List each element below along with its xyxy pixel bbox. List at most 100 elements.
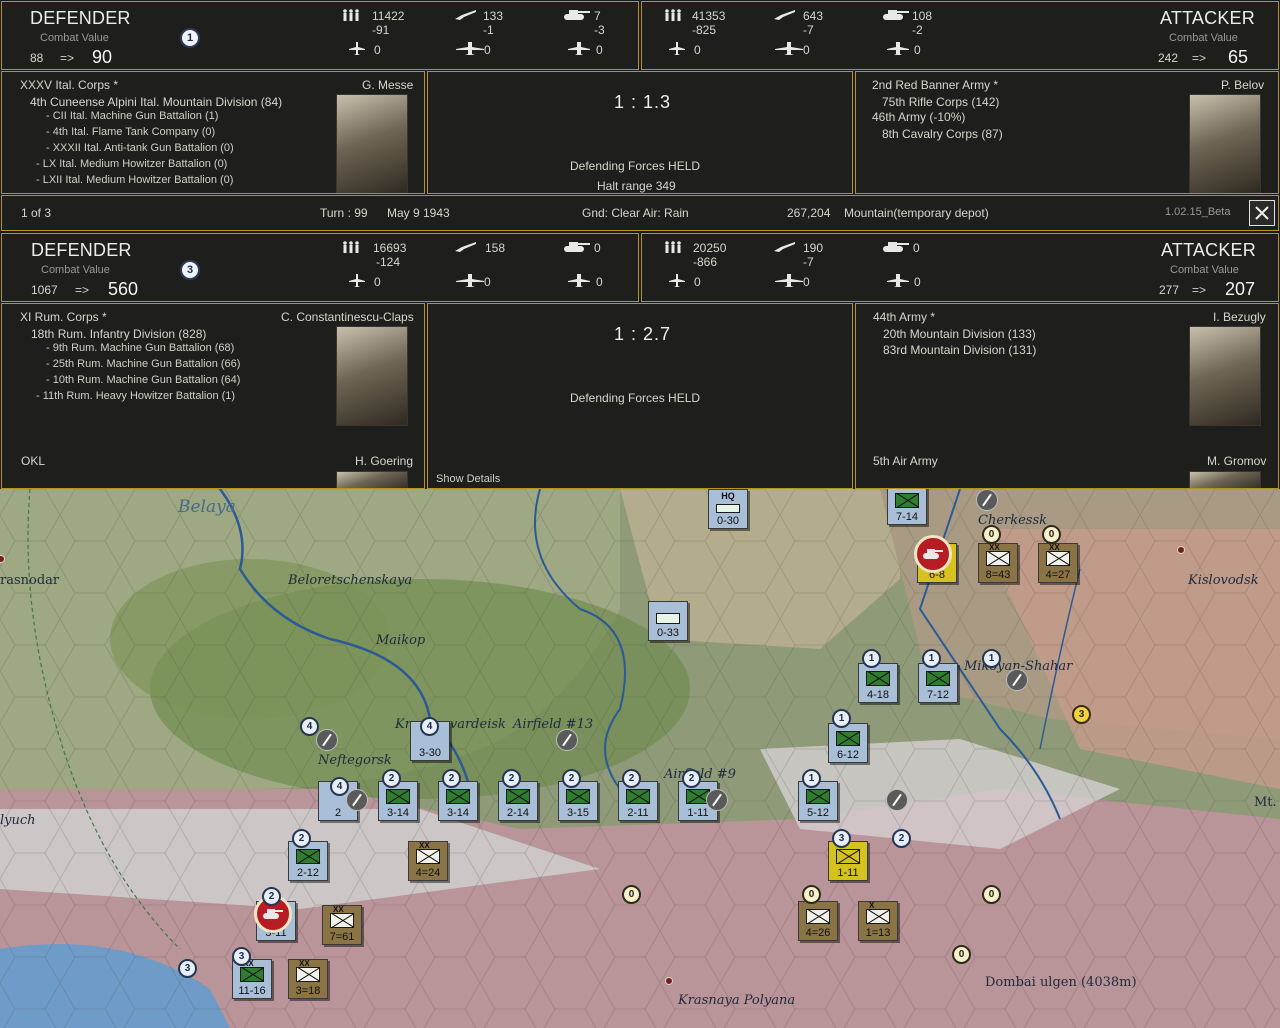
combat-result-panel-1: 1 : 1.3 Defending Forces HELD Halt range… bbox=[427, 71, 853, 194]
unit-strength: 7-12 bbox=[926, 689, 950, 701]
attacker-unit-line[interactable]: 8th Cavalry Corps (87) bbox=[882, 127, 1003, 141]
air-unit-marker[interactable] bbox=[976, 489, 998, 511]
air-unit-marker[interactable] bbox=[1006, 669, 1028, 691]
airfield-label: Airfield #13 bbox=[513, 717, 594, 732]
defender-unit-line[interactable]: 18th Rum. Infantry Division (828) bbox=[31, 327, 206, 341]
unit-counter[interactable]: XX 7=61 bbox=[322, 905, 362, 945]
unit-counter[interactable]: 5-12 bbox=[798, 781, 838, 821]
unit-counter[interactable]: 2-14 bbox=[498, 781, 538, 821]
bomber-icon bbox=[775, 42, 803, 56]
air-unit-marker[interactable] bbox=[556, 729, 578, 751]
city-marker[interactable] bbox=[1177, 546, 1185, 554]
unit-counter[interactable]: X 1=13 bbox=[858, 901, 898, 941]
bomber-icon bbox=[456, 274, 484, 288]
commander-portrait bbox=[336, 94, 408, 193]
tank-icon bbox=[882, 9, 910, 21]
men-count: 16693 bbox=[373, 241, 407, 255]
attacker-summary-panel-1: 41353 -825 643 -7 108 -2 0 0 0 ATTACKER … bbox=[641, 1, 1279, 70]
attacker-commander[interactable]: I. Bezugly bbox=[1213, 310, 1266, 324]
unit-counter[interactable]: HQ0-33 bbox=[648, 601, 688, 641]
city-marker[interactable] bbox=[665, 977, 673, 985]
unit-counter[interactable]: 6-12 bbox=[828, 723, 868, 763]
odds-ratio: 1 : 2.7 bbox=[614, 324, 672, 344]
mountain-label: Mt. bbox=[1254, 795, 1277, 810]
defender-unit-line[interactable]: - 11th Rum. Heavy Howitzer Battalion (1) bbox=[36, 390, 235, 402]
unit-strength: 3-15 bbox=[566, 807, 590, 819]
unit-level-badge: 1 bbox=[802, 769, 821, 788]
unit-strength: 0-33 bbox=[656, 627, 680, 639]
tank-icon bbox=[563, 241, 591, 253]
air-bomber-count: 0 bbox=[803, 275, 810, 289]
unit-level-badge: 1 bbox=[862, 649, 881, 668]
unit-level-badge: 0 bbox=[982, 525, 1001, 544]
attacker-unit-line[interactable]: 46th Army (-10%) bbox=[872, 110, 965, 124]
unit-counter[interactable]: 2-12 bbox=[288, 841, 328, 881]
unit-counter[interactable]: HQ 0-30 bbox=[708, 489, 748, 529]
hex-map[interactable]: Belaya rasnodar Beloretschenskaya Maikop… bbox=[0, 489, 1280, 1028]
defender-unit-line[interactable]: - 10th Rum. Machine Gun Battalion (64) bbox=[46, 374, 240, 386]
unit-counter[interactable]: XX 4=27 bbox=[1038, 543, 1078, 583]
unit-counter[interactable]: 7-12 bbox=[918, 663, 958, 703]
defender-unit-line[interactable]: - XXXII Ital. Anti-tank Gun Battalion (0… bbox=[46, 142, 234, 154]
air-unit-marker[interactable] bbox=[346, 789, 368, 811]
air-hq-name[interactable]: OKL bbox=[21, 454, 45, 468]
unit-level-badge: 2 bbox=[622, 769, 641, 788]
combat-value-label: Combat Value bbox=[1170, 264, 1239, 276]
defender-commander[interactable]: G. Messe bbox=[362, 78, 413, 92]
defender-corps[interactable]: XI Rum. Corps * bbox=[20, 310, 107, 324]
close-button[interactable] bbox=[1249, 200, 1275, 226]
unit-counter[interactable]: 1-11 bbox=[828, 841, 868, 881]
unit-counter[interactable]: XX 8=43 bbox=[978, 543, 1018, 583]
unit-strength: 0-30 bbox=[716, 515, 740, 527]
air-commander-portrait bbox=[336, 471, 408, 488]
attacker-army[interactable]: 44th Army * bbox=[873, 310, 935, 324]
hq-label: HQ bbox=[721, 491, 735, 501]
guns-count: 133 bbox=[483, 9, 504, 23]
unit-counter[interactable]: 4-18 bbox=[858, 663, 898, 703]
attacker-army[interactable]: 2nd Red Banner Army * bbox=[872, 78, 998, 92]
halt-range: Halt range 349 bbox=[597, 179, 676, 193]
defender-units-panel-1: XXXV Ital. Corps * G. Messe 4th Cuneense… bbox=[1, 71, 425, 194]
defender-corps[interactable]: XXXV Ital. Corps * bbox=[20, 78, 118, 92]
unit-strength: 5-12 bbox=[806, 807, 830, 819]
unit-counter[interactable]: 3-14 bbox=[378, 781, 418, 821]
unit-counter[interactable]: 4=26 bbox=[798, 901, 838, 941]
unit-counter[interactable]: 3-15 bbox=[558, 781, 598, 821]
fighter-icon bbox=[349, 42, 365, 56]
men-loss: -124 bbox=[376, 255, 401, 269]
attacker-unit-line[interactable]: 75th Rifle Corps (142) bbox=[882, 95, 999, 109]
tank-unit-marker[interactable] bbox=[914, 535, 952, 573]
unit-counter[interactable]: XX 3=18 bbox=[288, 959, 328, 999]
defender-unit-line[interactable]: 4th Cuneense Alpini Ital. Mountain Divis… bbox=[30, 95, 282, 109]
air-unit-marker[interactable] bbox=[706, 789, 728, 811]
tanks-count: 0 bbox=[594, 241, 601, 255]
unit-counter[interactable]: 3-14 bbox=[438, 781, 478, 821]
defender-commander[interactable]: C. Constantinescu-Claps bbox=[281, 310, 414, 324]
gun-icon bbox=[773, 9, 797, 21]
show-details-link[interactable]: Show Details bbox=[436, 473, 500, 485]
combat-result-panel-2: 1 : 2.7 Defending Forces HELD Show Detai… bbox=[427, 303, 853, 489]
attacker-unit-line[interactable]: 20th Mountain Division (133) bbox=[883, 327, 1036, 341]
air-unit-marker[interactable] bbox=[316, 729, 338, 751]
defender-unit-line[interactable]: - 9th Rum. Machine Gun Battalion (68) bbox=[46, 342, 234, 354]
unit-counter[interactable]: 7-14 bbox=[887, 489, 927, 525]
attacker-commander[interactable]: P. Belov bbox=[1221, 78, 1264, 92]
air-commander[interactable]: H. Goering bbox=[355, 454, 413, 468]
defender-unit-line[interactable]: - 4th Ital. Flame Tank Company (0) bbox=[46, 126, 215, 138]
transport-icon bbox=[887, 42, 909, 56]
defender-summary-panel-2: DEFENDER Combat Value 1067 => 560 3 1669… bbox=[1, 233, 639, 302]
defender-unit-line[interactable]: - CII Ital. Machine Gun Battalion (1) bbox=[46, 110, 218, 122]
attacker-units-panel-2: 44th Army * I. Bezugly 20th Mountain Div… bbox=[855, 303, 1279, 489]
attacker-unit-line[interactable]: 83rd Mountain Division (131) bbox=[883, 343, 1036, 357]
air-unit-marker[interactable] bbox=[886, 789, 908, 811]
defender-unit-line[interactable]: - 25th Rum. Machine Gun Battalion (66) bbox=[46, 358, 240, 370]
unit-counter[interactable]: 2-11 bbox=[618, 781, 658, 821]
men-count: 11422 bbox=[372, 9, 405, 23]
air-commander[interactable]: M. Gromov bbox=[1207, 454, 1266, 468]
air-transport-count: 0 bbox=[914, 275, 921, 289]
air-hq-name[interactable]: 5th Air Army bbox=[873, 454, 938, 468]
defender-unit-line[interactable]: - LXII Ital. Medium Howitzer Battalion (… bbox=[36, 174, 233, 186]
defender-badge: 3 bbox=[180, 260, 200, 280]
unit-counter[interactable]: XX 4=24 bbox=[408, 841, 448, 881]
defender-unit-line[interactable]: - LX Ital. Medium Howitzer Battalion (0) bbox=[36, 158, 227, 170]
